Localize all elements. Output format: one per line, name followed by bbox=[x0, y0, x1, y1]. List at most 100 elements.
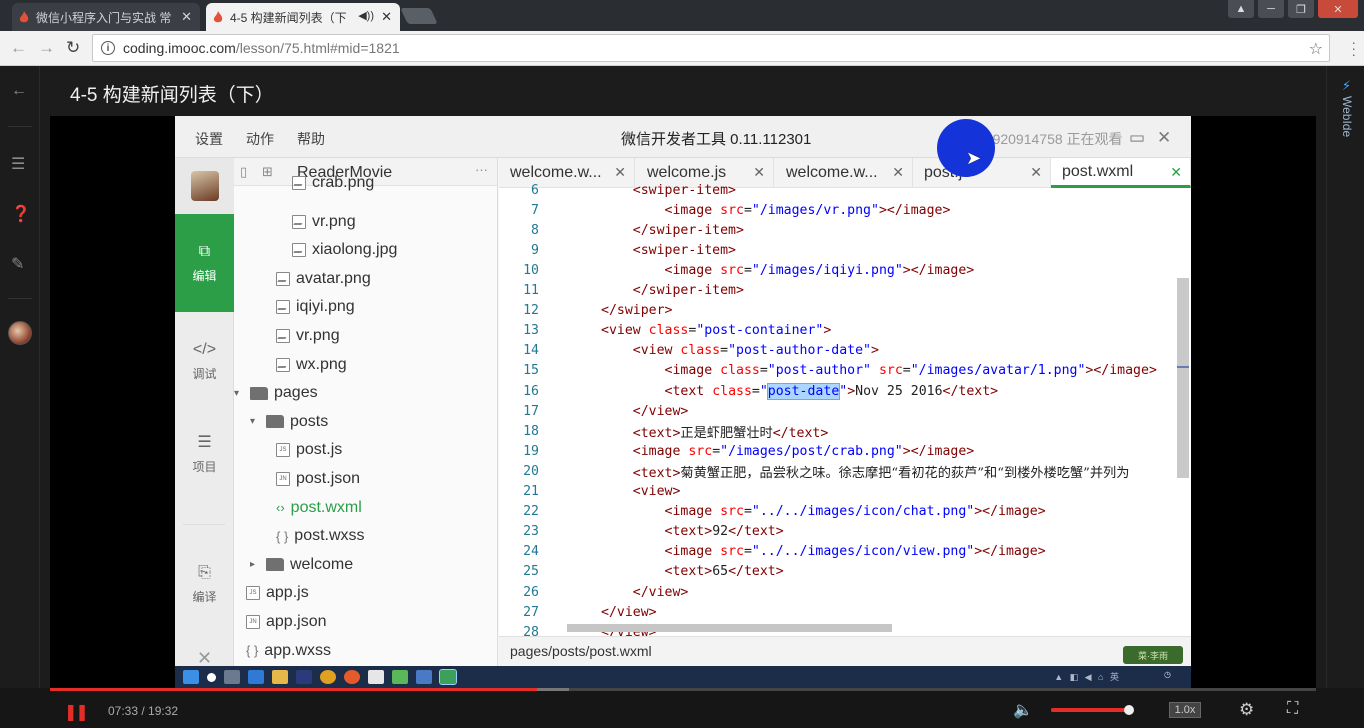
menu-settings[interactable]: 设置 bbox=[195, 129, 223, 149]
browser-menu-icon[interactable]: · · · bbox=[1351, 35, 1356, 61]
new-tab-button[interactable] bbox=[400, 8, 438, 24]
ide-avatar[interactable] bbox=[175, 158, 234, 214]
chrome-icon[interactable] bbox=[320, 670, 336, 684]
close-icon[interactable]: ✕ bbox=[1157, 128, 1171, 148]
search-icon[interactable] bbox=[207, 672, 216, 682]
forward-icon[interactable]: → bbox=[38, 38, 55, 58]
tree-item[interactable]: avatar.png bbox=[276, 270, 371, 288]
more-icon[interactable]: ··· bbox=[475, 162, 488, 177]
code-line[interactable]: 23 <text>92</text> bbox=[499, 522, 784, 542]
browser-tab-1[interactable]: 微信小程序入门与实战 常 ✕ bbox=[12, 3, 200, 31]
horizontal-scrollbar[interactable] bbox=[567, 624, 892, 632]
code-line[interactable]: 15 <image class="post-author" src="/imag… bbox=[499, 361, 1157, 381]
code-line[interactable]: 14 <view class="post-author-date"> bbox=[499, 341, 879, 361]
menu-actions[interactable]: 动作 bbox=[246, 129, 274, 149]
bookmark-star-icon[interactable]: ☆ bbox=[1309, 39, 1323, 59]
close-window-icon[interactable]: ✕ bbox=[1318, 0, 1358, 18]
question-icon[interactable]: ❓ bbox=[11, 204, 31, 224]
caret-right-icon[interactable]: ▸ bbox=[250, 559, 260, 570]
code-line[interactable]: 21 <view> bbox=[499, 482, 680, 502]
code-line[interactable]: 13 <view class="post-container"> bbox=[499, 321, 831, 341]
browser-tab-2[interactable]: 4-5 构建新闻列表（下 ◀)) ✕ bbox=[206, 3, 400, 31]
tree-item[interactable]: JN app.json bbox=[246, 613, 327, 631]
tree-item[interactable]: { } app.wxss bbox=[246, 642, 331, 660]
menu-help[interactable]: 帮助 bbox=[297, 129, 325, 149]
window-icon[interactable]: ▭ bbox=[1129, 128, 1145, 148]
avatar[interactable] bbox=[8, 321, 32, 345]
tree-item[interactable]: ▾ posts bbox=[250, 413, 328, 431]
mail-icon[interactable] bbox=[368, 670, 384, 684]
close-icon[interactable]: ✕ bbox=[892, 164, 904, 181]
code-line[interactable]: 11 </swiper-item> bbox=[499, 281, 744, 301]
volume-icon[interactable]: 🔈 bbox=[1013, 700, 1033, 720]
editor-tab[interactable]: welcome.w... ✕ bbox=[775, 158, 913, 188]
tree-item[interactable]: vr.png bbox=[292, 213, 356, 231]
list-icon[interactable]: ☰ bbox=[11, 154, 25, 174]
app-icon[interactable] bbox=[344, 670, 360, 684]
pencil-icon[interactable]: ✎ bbox=[11, 254, 24, 274]
tree-item[interactable]: vr.png bbox=[276, 327, 340, 345]
close-icon[interactable]: ✕ bbox=[181, 9, 192, 25]
tree-item[interactable]: wx.png bbox=[276, 356, 347, 374]
webide-label[interactable]: WebIde bbox=[1340, 96, 1354, 137]
code-line[interactable]: 10 <image src="/images/iqiyi.png"></imag… bbox=[499, 260, 974, 280]
speed-button[interactable]: 1.0x bbox=[1169, 702, 1201, 718]
fullscreen-icon[interactable]: ⛶ bbox=[1287, 700, 1298, 718]
code-line[interactable]: 12 </swiper> bbox=[499, 301, 672, 321]
close-icon[interactable]: ✕ bbox=[1170, 164, 1182, 181]
windows-start-icon[interactable] bbox=[183, 670, 199, 684]
reload-icon[interactable]: ↻ bbox=[66, 38, 80, 58]
nav-compile[interactable]: ⎘ 编译 bbox=[175, 544, 234, 624]
gear-icon[interactable]: ⚙ bbox=[1239, 700, 1254, 720]
hierarchy-icon[interactable]: ⊞ bbox=[262, 164, 273, 180]
close-icon[interactable]: ✕ bbox=[753, 164, 765, 181]
editor-tab-active[interactable]: post.wxml ✕ bbox=[1051, 158, 1191, 188]
tree-item[interactable]: ▾ pages bbox=[234, 384, 318, 402]
video-frame[interactable]: 设置 动作 帮助 微信开发者工具 0.11.112301 15920914758… bbox=[50, 116, 1316, 688]
app-icon[interactable] bbox=[392, 670, 408, 684]
code-area[interactable]: 6 <swiper-item> 7 <image src="/images/vr.… bbox=[499, 183, 1191, 640]
info-icon[interactable]: i bbox=[101, 41, 115, 55]
code-line[interactable]: 24 <image src="../../images/icon/view.pn… bbox=[499, 542, 1046, 562]
nav-edit[interactable]: ⧉ 编辑 bbox=[175, 214, 234, 312]
back-icon[interactable]: ← bbox=[10, 38, 27, 58]
close-icon[interactable]: ✕ bbox=[1030, 164, 1042, 181]
photoshop-icon[interactable] bbox=[296, 670, 312, 684]
caret-down-icon[interactable]: ▾ bbox=[250, 416, 260, 427]
tree-item[interactable]: ▸ welcome bbox=[250, 556, 353, 574]
tree-item[interactable]: xiaolong.jpg bbox=[292, 241, 397, 259]
close-icon[interactable]: ✕ bbox=[381, 9, 392, 25]
address-bar[interactable]: i coding.imooc.com/lesson/75.html#mid=18… bbox=[92, 34, 1330, 62]
code-line[interactable]: 7 <image src="/images/vr.png"></image> bbox=[499, 200, 950, 220]
speaker-icon[interactable]: ◀)) bbox=[358, 9, 374, 22]
tree-item[interactable]: JS app.js bbox=[246, 584, 309, 602]
code-line[interactable]: 27 </view> bbox=[499, 602, 656, 622]
volume-slider[interactable] bbox=[1051, 705, 1134, 715]
app-icon[interactable] bbox=[416, 670, 432, 684]
code-line[interactable]: 18 <text>正是虾肥蟹壮时</text> bbox=[499, 421, 828, 441]
edge-icon[interactable] bbox=[248, 670, 264, 684]
user-icon[interactable]: ▲ bbox=[1228, 0, 1254, 18]
task-view-icon[interactable] bbox=[224, 670, 240, 684]
tree-item[interactable]: iqiyi.png bbox=[276, 298, 355, 316]
code-line[interactable]: 22 <image src="../../images/icon/chat.pn… bbox=[499, 502, 1046, 522]
caret-down-icon[interactable]: ▾ bbox=[234, 388, 244, 399]
code-line[interactable]: 6 <swiper-item> bbox=[499, 180, 736, 200]
code-line[interactable]: 25 <text>65</text> bbox=[499, 562, 784, 582]
pause-button[interactable]: ❚❚ bbox=[64, 702, 89, 722]
tree-item[interactable]: JN post.json bbox=[276, 470, 360, 488]
progress-played[interactable] bbox=[50, 688, 538, 691]
nav-debug[interactable]: </> 调试 bbox=[175, 312, 234, 410]
minimize-icon[interactable]: ─ bbox=[1258, 0, 1284, 18]
wechat-devtools-icon[interactable] bbox=[439, 669, 457, 685]
phone-icon[interactable]: ▯ bbox=[240, 164, 247, 180]
code-line[interactable]: 19 <image src="/images/post/crab.png"></… bbox=[499, 441, 974, 461]
code-line[interactable]: 9 <swiper-item> bbox=[499, 240, 736, 260]
vertical-scrollbar[interactable] bbox=[1177, 278, 1189, 478]
folder-icon[interactable] bbox=[272, 670, 288, 684]
volume-knob[interactable] bbox=[1123, 705, 1134, 715]
lightning-icon[interactable]: ⚡ bbox=[1342, 78, 1351, 94]
code-line[interactable]: 20 <text>菊黄蟹正肥，品尝秋之味。徐志摩把“看初花的荻芦”和“到楼外楼吃… bbox=[499, 461, 1129, 481]
code-line[interactable]: 26 </view> bbox=[499, 582, 688, 602]
tree-item[interactable]: { } post.wxss bbox=[276, 527, 365, 545]
